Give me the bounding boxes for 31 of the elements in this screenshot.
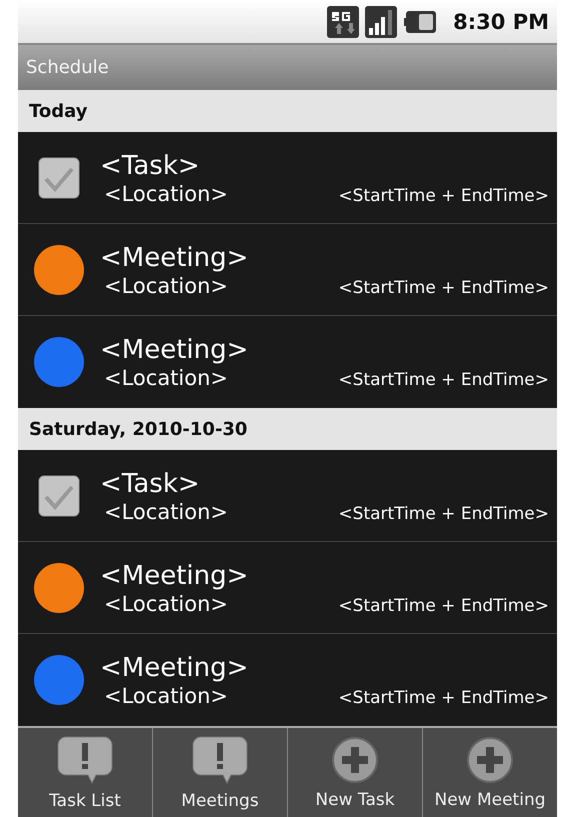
section-header: Saturday, 2010-10-30 [18,408,557,450]
item-location: <Location> [103,274,228,298]
item-location: <Location> [103,592,228,616]
item-location: <Location> [103,182,228,206]
item-title: <Meeting> [100,334,250,366]
item-title: <Task> [100,468,201,500]
item-title: <Meeting> [100,242,250,274]
signal-icon [365,6,398,38]
battery-icon [403,8,438,34]
speech-bubble-icon [191,734,249,784]
item-time: <StartTime + EndTime> [338,370,549,390]
checkbox[interactable] [38,156,80,198]
item-location: <Location> [103,366,228,390]
item-time: <StartTime + EndTime> [338,278,549,298]
checkbox[interactable] [38,474,80,516]
speech-bubble-icon [56,734,114,784]
item-time: <StartTime + EndTime> [338,688,549,708]
clock-time: 8:30 PM [453,10,549,34]
title-bar: Schedule [18,45,557,90]
section-header: Today [18,90,557,132]
item-location: <Location> [103,684,228,708]
plus-icon [331,736,379,784]
item-title: <Meeting> [100,560,250,592]
item-location: <Location> [103,500,228,524]
network-3g-icon [327,6,360,38]
item-time: <StartTime + EndTime> [338,186,549,206]
plus-icon [466,736,514,784]
item-title: <Task> [100,150,201,182]
item-title: <Meeting> [100,652,250,684]
item-time: <StartTime + EndTime> [338,596,549,616]
item-time: <StartTime + EndTime> [338,504,549,524]
